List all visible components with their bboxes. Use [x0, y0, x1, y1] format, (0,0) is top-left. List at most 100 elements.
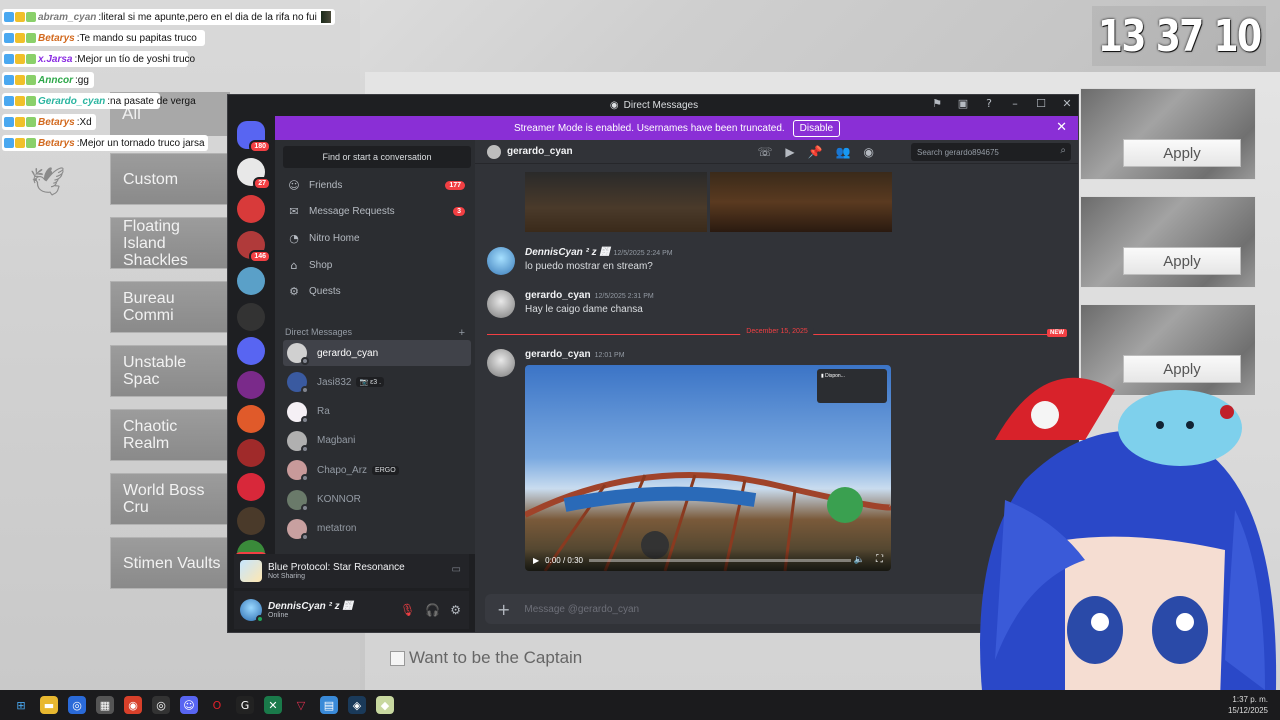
nav-shop[interactable]: ⌂ Shop	[283, 253, 471, 277]
category-floating-island[interactable]: Floating Island Shackles	[110, 217, 240, 269]
server-icon[interactable]	[237, 337, 265, 365]
profile-icon[interactable]: ◉	[864, 145, 874, 159]
category-chaotic-realm[interactable]: Chaotic Realm	[110, 409, 240, 461]
nav-quests[interactable]: ⚙ Quests	[283, 280, 471, 304]
message-avatar[interactable]	[487, 247, 515, 275]
file-explorer-icon[interactable]: ▬	[40, 696, 58, 714]
settings-icon[interactable]: ⚙	[450, 603, 461, 617]
dm-item[interactable]: Jasi832 📷 ε3 .	[283, 369, 471, 395]
chat-text: Mejor un tío de yoshi truco	[77, 53, 196, 65]
help-icon[interactable]: ?	[982, 97, 996, 110]
video-call-icon[interactable]: ▶	[785, 145, 794, 159]
game-icon[interactable]: ◆	[376, 696, 394, 714]
nav-friends[interactable]: ☺ Friends 177	[283, 173, 471, 197]
dm-item[interactable]: Chapo_Arz ERGO	[283, 457, 471, 483]
message-time: 12:01 PM	[594, 352, 625, 359]
message-author[interactable]: gerardo_cyan	[525, 290, 591, 301]
category-custom[interactable]: Custom	[110, 153, 240, 205]
titlebar: ◉ Direct Messages ⚑ ▣ ? – ☐ ✕	[228, 95, 1078, 115]
apply-button[interactable]: Apply	[1123, 139, 1241, 167]
avatar[interactable]	[240, 599, 264, 623]
app-icon[interactable]: ◎	[68, 696, 86, 714]
server-badge: 146	[249, 250, 271, 263]
disable-streamer-mode-button[interactable]: Disable	[792, 119, 841, 137]
window-title: Direct Messages	[623, 99, 699, 111]
nav-count-badge: 177	[445, 180, 465, 190]
discord-icon[interactable]: ☺	[180, 696, 198, 714]
category-world-boss[interactable]: World Boss Cru	[110, 473, 240, 525]
play-icon[interactable]: ▶	[533, 556, 539, 565]
video-controls: ▶ 0:00 / 0:30 🔈 ⛶	[525, 549, 891, 571]
pin-icon[interactable]: 📌	[808, 145, 823, 159]
discord-logo-icon: ◉	[609, 99, 619, 111]
badge-icon	[15, 96, 25, 106]
find-conversation-button[interactable]: Find or start a conversation	[283, 146, 471, 168]
server-icon[interactable]	[237, 405, 265, 433]
server-icon[interactable]	[237, 473, 265, 501]
add-dm-icon[interactable]: +	[459, 327, 465, 339]
add-friend-icon[interactable]: 👥	[836, 145, 851, 159]
status-icon	[301, 503, 309, 512]
status-icon	[301, 386, 309, 395]
message-author[interactable]: gerardo_cyan	[525, 349, 591, 360]
attached-image[interactable]	[710, 172, 892, 232]
mic-muted-icon[interactable]: 🎙	[400, 603, 415, 617]
apply-button[interactable]: Apply	[1123, 247, 1241, 275]
volume-icon[interactable]: 🔈	[854, 555, 865, 565]
chrome-icon[interactable]: ◉	[124, 696, 142, 714]
new-badge: NEW	[1047, 329, 1067, 337]
message-author[interactable]: DennisCyan ² z ⹸	[525, 247, 609, 258]
message-avatar[interactable]	[487, 290, 515, 318]
dm-item[interactable]: KONNOR	[283, 487, 471, 513]
dm-item[interactable]: gerardo_cyan	[283, 340, 471, 366]
obs-icon[interactable]: ◎	[152, 696, 170, 714]
app-icon[interactable]: G	[236, 696, 254, 714]
server-icon[interactable]	[237, 303, 265, 331]
chat-search-input[interactable]: Search gerardo894675 ⌕	[911, 143, 1071, 161]
message-time: 12/5/2025 2:24 PM	[613, 250, 673, 257]
video-progress-bar[interactable]	[588, 558, 851, 562]
opera-icon[interactable]: O	[208, 696, 226, 714]
close-banner-icon[interactable]: ✕	[1056, 120, 1067, 135]
steam-icon[interactable]: ◈	[348, 696, 366, 714]
message-avatar[interactable]	[487, 349, 515, 377]
server-icon[interactable]	[237, 267, 265, 295]
category-bureau[interactable]: Bureau Commi	[110, 281, 240, 333]
server-icon[interactable]: 27	[237, 158, 271, 190]
category-unstable-space[interactable]: Unstable Spac	[110, 345, 240, 397]
headphones-icon[interactable]: 🎧	[425, 603, 440, 617]
close-icon[interactable]: ✕	[1060, 97, 1074, 110]
app-icon[interactable]: ▦	[96, 696, 114, 714]
nav-nitro-home[interactable]: ◔ Nitro Home	[283, 226, 471, 250]
inbox-flag-icon[interactable]: ⚑	[930, 97, 944, 110]
attached-image[interactable]	[525, 172, 707, 232]
captain-checkbox[interactable]: Want to be the Captain	[390, 648, 582, 668]
call-icon[interactable]: ☏	[757, 145, 772, 159]
stream-toggle-icon[interactable]: ▭	[452, 564, 461, 575]
home-server-icon[interactable]: 180	[237, 121, 271, 153]
server-icon[interactable]	[237, 507, 265, 535]
checkbox-icon[interactable]	[390, 650, 405, 666]
screen-share-icon[interactable]: ▣	[956, 97, 970, 110]
maximize-icon[interactable]: ☐	[1034, 97, 1048, 110]
server-icon[interactable]	[237, 439, 265, 467]
minimize-icon[interactable]: –	[1008, 97, 1022, 110]
dm-item[interactable]: Magbani	[283, 428, 471, 454]
dm-item[interactable]: Ra	[283, 399, 471, 425]
chat-message: x.Jarsa: Mejor un tío de yoshi truco	[2, 51, 195, 67]
app-icon[interactable]: ▤	[320, 696, 338, 714]
chat-text: Mejor un tornado truco jarsa	[79, 137, 205, 149]
system-clock: 1:37 p. m. 15/12/2025	[1228, 694, 1268, 716]
dm-item[interactable]: metatron	[283, 516, 471, 542]
server-icon[interactable]: 146	[237, 231, 271, 263]
nav-message-requests[interactable]: ✉ Message Requests 3	[283, 200, 471, 224]
attach-plus-icon[interactable]: +	[497, 600, 510, 619]
app-icon[interactable]: ▽	[292, 696, 310, 714]
app-icon[interactable]: ✕	[264, 696, 282, 714]
category-stimen-vaults[interactable]: Stimen Vaults	[110, 537, 240, 589]
server-icon[interactable]	[237, 371, 265, 399]
video-attachment[interactable]: ▮ Dispon... ▶ 0:00 / 0:30 🔈 ⛶	[525, 365, 891, 571]
start-icon[interactable]: ⊞	[12, 696, 30, 714]
server-icon[interactable]	[237, 195, 265, 223]
fullscreen-icon[interactable]: ⛶	[876, 554, 883, 565]
